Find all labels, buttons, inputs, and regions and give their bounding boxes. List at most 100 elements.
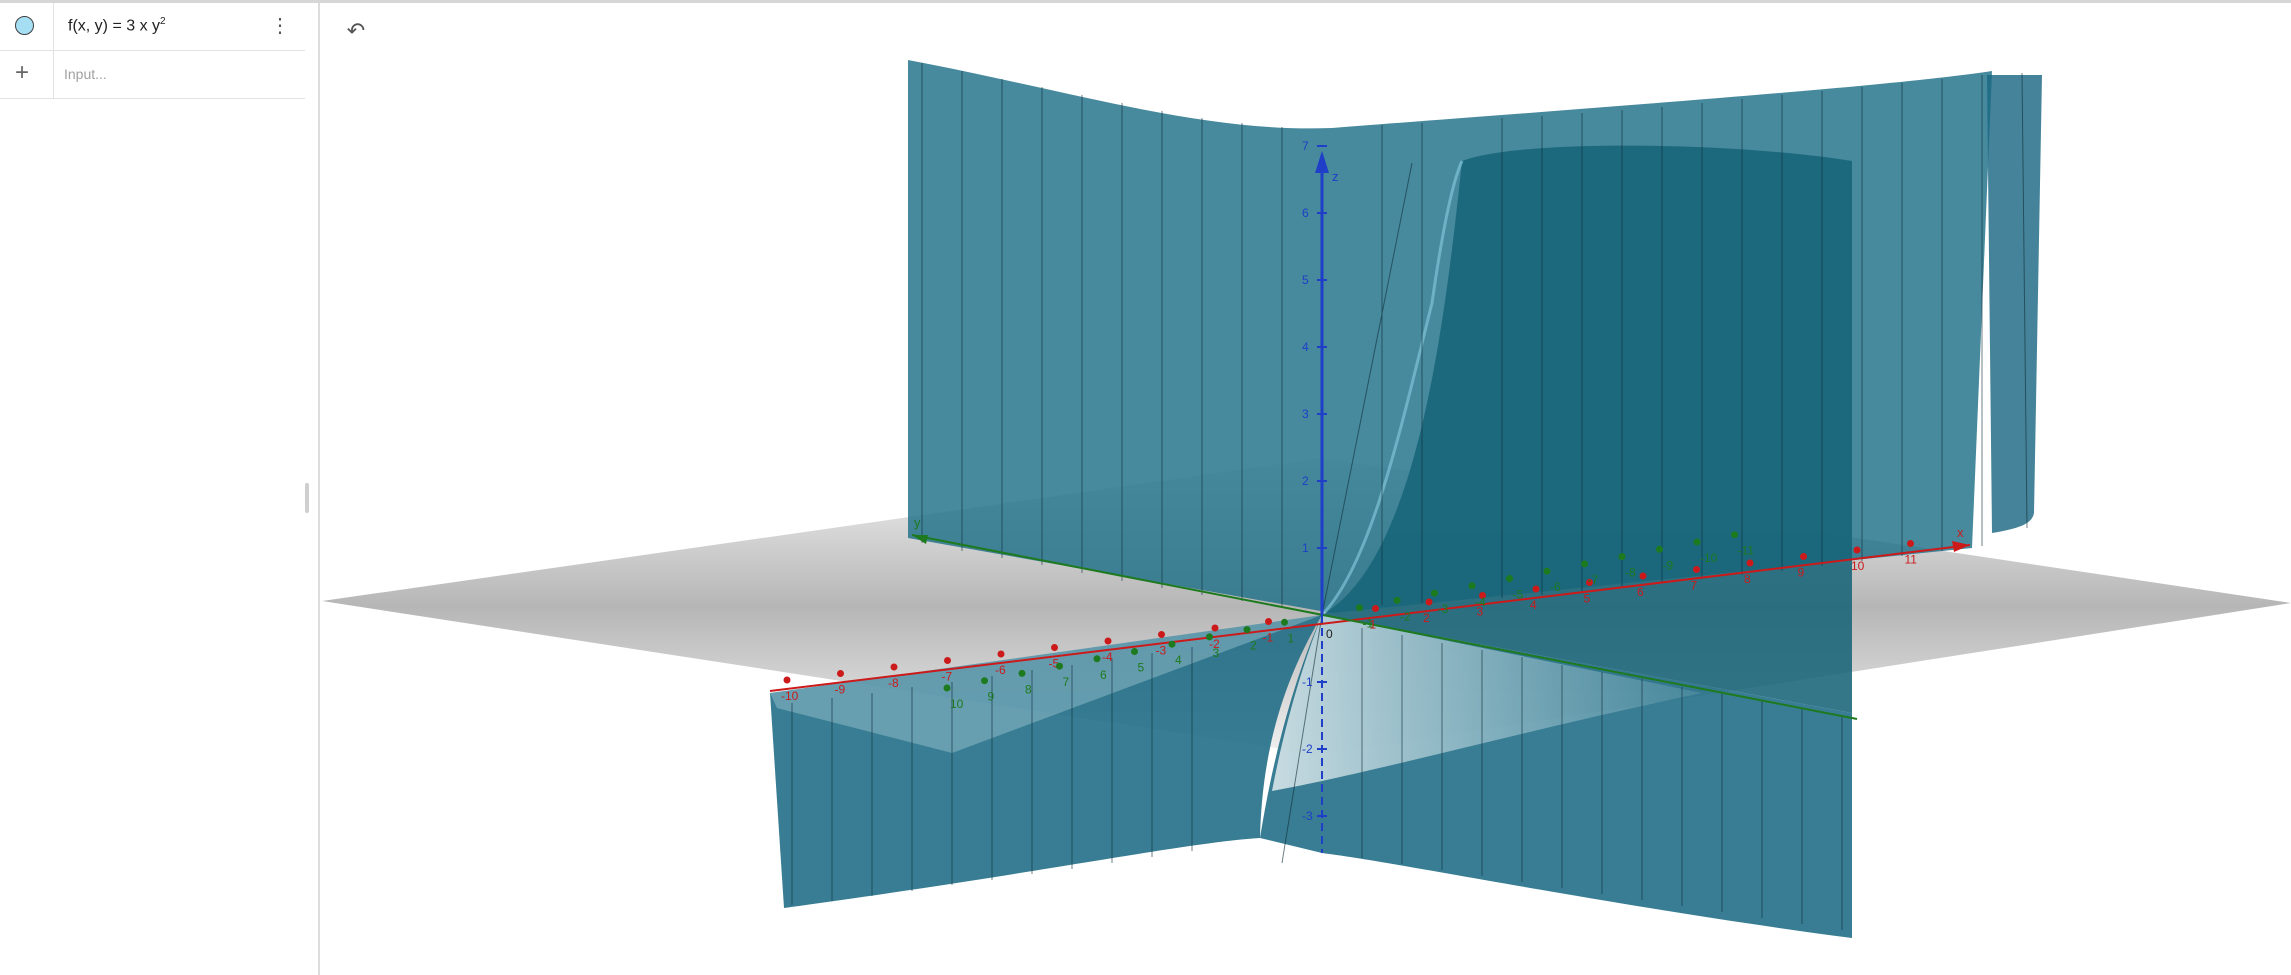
function-expression: f(x, y) = 3 x y	[68, 17, 161, 35]
z-axis-tick-label: 5	[1302, 273, 1309, 287]
y-axis-tick	[1693, 538, 1701, 546]
function-exponent: 2	[160, 16, 166, 27]
y-axis-label: y	[914, 515, 921, 530]
y-axis-tick	[1656, 545, 1663, 553]
x-axis-tick-label: 5	[1584, 592, 1591, 606]
z-axis-tick-label: -2	[1302, 742, 1313, 756]
y-axis-tick-label: -8	[1625, 566, 1636, 580]
x-axis-tick	[1907, 540, 1914, 547]
y-axis-tick-label: 2	[1250, 639, 1257, 653]
undo-icon[interactable]: ↶	[342, 17, 370, 45]
scene-3d[interactable]: x y z 0 -10 -9 -8 -7 -6 -5 -4 -3 -2 -11 2 3 4 5 6 7 8 9 10…	[322, 3, 2291, 975]
y-axis-tick	[1468, 582, 1476, 590]
x-axis-tick-label: -4	[1102, 650, 1113, 664]
y-axis-tick	[1206, 633, 1213, 641]
y-axis-tick	[1243, 626, 1251, 634]
y-axis-tick	[1281, 618, 1288, 626]
x-axis-tick-label: 11	[1905, 553, 1918, 567]
y-axis-tick-label: 3	[1213, 646, 1220, 660]
y-axis-tick	[1093, 655, 1101, 663]
function-definition[interactable]: f(x, y) = 3 x y2	[68, 16, 166, 35]
x-axis-tick-label: 10	[1851, 559, 1865, 573]
x-axis-tick-label: -6	[995, 663, 1006, 677]
y-axis-tick-label: -11	[1738, 544, 1755, 558]
y-axis-tick	[1581, 560, 1588, 568]
x-axis-tick	[1158, 631, 1165, 638]
y-axis-tick-label: 5	[1138, 661, 1145, 675]
y-axis-tick	[1131, 648, 1138, 655]
algebra-input[interactable]: Input...	[64, 66, 107, 82]
x-axis-tick-label: -8	[888, 676, 899, 690]
graphics-3d-view[interactable]: x y z 0 -10 -9 -8 -7 -6 -5 -4 -3 -2 -1 1 2 3 4 5 6 7 8 9 10…	[322, 3, 2291, 975]
x-axis-tick-label: -7	[942, 670, 953, 684]
y-axis-tick-label: -4	[1475, 595, 1486, 609]
plus-icon[interactable]: +	[15, 60, 29, 86]
y-axis-tick-label: 4	[1175, 653, 1182, 667]
x-axis-tick	[783, 676, 791, 684]
y-axis-tick-label: 7	[1063, 675, 1070, 689]
y-axis-tick	[1393, 596, 1401, 604]
y-axis-tick-label: -2	[1400, 609, 1411, 623]
z-axis-tick-label: -3	[1302, 809, 1313, 823]
x-axis-tick	[1211, 624, 1219, 632]
y-axis-tick	[943, 684, 951, 692]
add-column: +	[0, 51, 54, 98]
algebra-view: f(x, y) = 3 x y2 ⋮ + Input...	[0, 3, 320, 975]
x-axis-tick	[1265, 618, 1272, 625]
algebra-input-row[interactable]: + Input...	[0, 51, 305, 99]
x-axis-tick	[1853, 546, 1861, 554]
y-axis-tick-label: -10	[1700, 551, 1718, 565]
x-axis-tick-label: -1	[1263, 631, 1274, 645]
y-axis-tick	[1543, 567, 1551, 575]
z-axis-tick-label: 4	[1302, 340, 1309, 354]
y-axis-tick-label: 9	[988, 690, 995, 704]
y-axis-tick-label: 8	[1025, 682, 1032, 696]
z-axis-tick-label: 7	[1302, 139, 1309, 153]
x-axis-tick	[1372, 605, 1379, 612]
panel-resize-handle[interactable]	[305, 483, 309, 513]
x-axis-tick	[837, 670, 844, 677]
x-axis-tick-label: 7	[1691, 579, 1698, 593]
surface-sheet-back-left	[908, 60, 1332, 613]
x-axis-tick-label: 2	[1423, 611, 1430, 625]
y-axis-tick	[981, 677, 988, 685]
z-axis-tick-label: 3	[1302, 407, 1309, 421]
x-axis-tick	[997, 650, 1005, 658]
y-axis-tick	[1731, 531, 1738, 539]
y-axis-tick-label: 1	[1288, 631, 1295, 645]
y-axis-tick-label: 6	[1100, 668, 1107, 682]
y-axis-tick	[1356, 604, 1363, 612]
x-axis-tick-label: 4	[1530, 598, 1537, 612]
x-axis-tick	[1104, 637, 1112, 645]
x-axis-tick	[1693, 566, 1700, 573]
x-axis-tick	[890, 663, 898, 671]
z-axis-tick-label: 6	[1302, 206, 1309, 220]
y-axis-tick-label: -5	[1513, 588, 1524, 602]
x-axis-tick	[1425, 598, 1433, 606]
y-axis-tick-label: -7	[1588, 573, 1599, 587]
x-axis-label: x	[1957, 525, 1964, 540]
y-axis-tick-label: -1	[1363, 617, 1374, 631]
z-axis-tick-label: 1	[1302, 541, 1309, 555]
algebra-item-f[interactable]: f(x, y) = 3 x y2 ⋮	[0, 3, 305, 51]
x-axis-tick	[1746, 559, 1754, 567]
more-vertical-icon[interactable]: ⋮	[270, 15, 290, 39]
x-axis-tick-label: -10	[781, 689, 799, 703]
y-axis-tick-label: -6	[1550, 580, 1561, 594]
y-axis-tick	[1018, 669, 1026, 677]
y-axis-tick-label: 10	[950, 697, 964, 711]
x-axis-tick	[1051, 644, 1058, 651]
y-axis-tick-label: -3	[1438, 602, 1449, 616]
surface-sheet-right	[1987, 75, 2042, 533]
visibility-toggle[interactable]	[15, 16, 34, 35]
z-axis-tick-label: -1	[1302, 675, 1313, 689]
y-axis-tick	[1056, 662, 1063, 670]
x-axis-tick-label: -9	[835, 683, 846, 697]
y-axis-tick	[1431, 589, 1438, 597]
x-axis-tick	[1639, 572, 1647, 580]
x-axis-tick	[1800, 553, 1807, 560]
x-axis-tick-label: 8	[1744, 572, 1751, 586]
y-axis-tick-label: -9	[1663, 558, 1674, 572]
x-axis-tick-label: 6	[1637, 585, 1644, 599]
z-axis-tick-label: 2	[1302, 474, 1309, 488]
